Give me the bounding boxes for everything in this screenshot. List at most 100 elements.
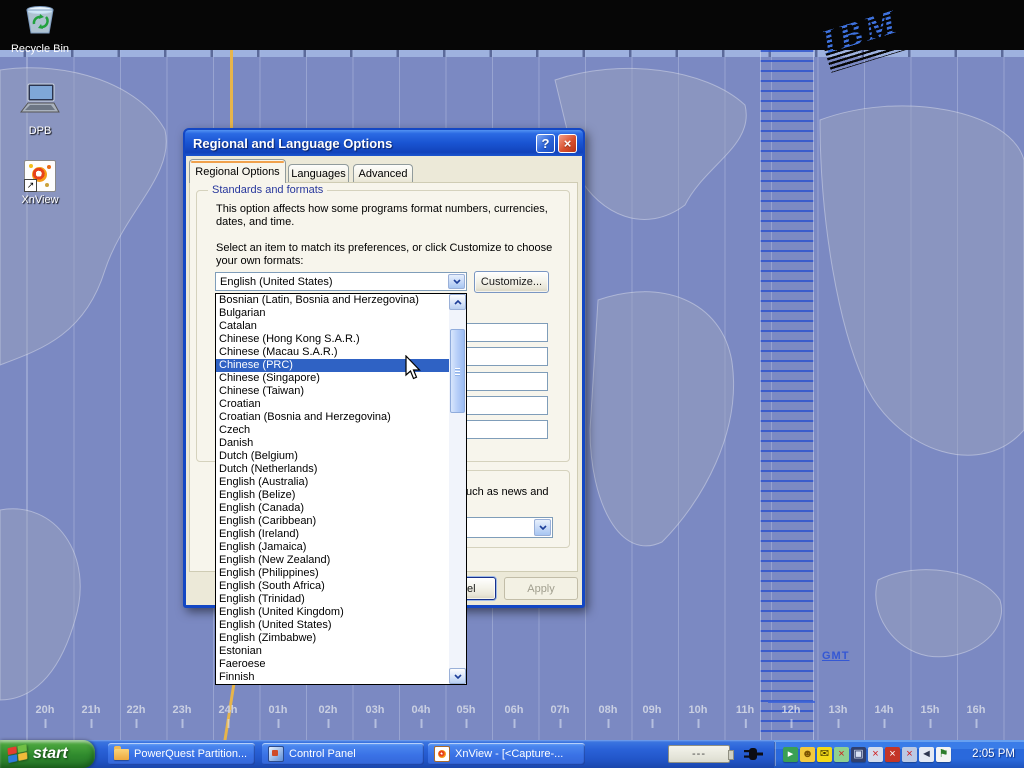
timezone-label: 21h [82, 704, 101, 716]
scroll-down-icon[interactable] [449, 668, 466, 684]
timezone-label: 12h [782, 704, 801, 716]
language-option[interactable]: English (Zimbabwe) [216, 632, 450, 645]
language-option[interactable]: Czech [216, 424, 450, 437]
desktop-top-band: IBM [0, 0, 1024, 50]
location-combobox[interactable] [455, 517, 553, 538]
desktop-icon-label: XnView [8, 194, 72, 206]
language-option[interactable]: Faeroese [216, 658, 450, 671]
language-option[interactable]: English (Canada) [216, 502, 450, 515]
language-option[interactable]: Chinese (Taiwan) [216, 385, 450, 398]
apply-button[interactable]: Apply [504, 577, 578, 600]
timezone-label: 07h [551, 704, 570, 716]
language-option[interactable]: Croatian [216, 398, 450, 411]
dialog-title: Regional and Language Options [185, 136, 392, 151]
language-option[interactable]: Dutch (Belgium) [216, 450, 450, 463]
timezone-label: 22h [127, 704, 146, 716]
language-option[interactable]: Bosnian (Latin, Bosnia and Herzegovina) [216, 294, 450, 307]
battery-meter[interactable]: --- [668, 745, 730, 763]
agent-helper-icon[interactable]: ☻ [800, 747, 815, 762]
language-option[interactable]: English (New Zealand) [216, 554, 450, 567]
timezone-label: 11h [736, 704, 754, 716]
system-tray: ▸ ☻ ✉ × ▣ × [774, 740, 1024, 768]
network-places-icon[interactable]: ▣ [851, 747, 866, 762]
volume-icon[interactable]: ◄ [919, 747, 934, 762]
taskbar-task-control-panel[interactable]: Control Panel [262, 743, 424, 765]
start-button[interactable]: start [0, 740, 95, 768]
dialog-titlebar[interactable]: Regional and Language Options [185, 130, 583, 156]
desktop-icon-dpb[interactable]: DPB [8, 82, 72, 137]
language-option[interactable]: English (United Kingdom) [216, 606, 450, 619]
power-plug-icon [744, 746, 764, 762]
timezone-label: 02h [319, 704, 338, 716]
desktop-icon-xnview[interactable]: ↗ XnView [8, 160, 72, 206]
language-option[interactable]: English (South Africa) [216, 580, 450, 593]
format-combobox[interactable]: English (United States) [215, 272, 467, 291]
language-option[interactable]: English (Australia) [216, 476, 450, 489]
windows-flag-icon [7, 744, 28, 764]
device-disconnected-icon[interactable]: × [885, 747, 900, 762]
timezone-label: 01h [269, 704, 288, 716]
scrollbar[interactable] [449, 294, 466, 684]
contacts-offline-icon[interactable]: × [834, 747, 849, 762]
tab-languages[interactable]: Languages [288, 164, 349, 183]
language-option[interactable]: Chinese (Hong Kong S.A.R.) [216, 333, 450, 346]
desktop-icon-recycle-bin[interactable]: Recycle Bin [8, 2, 72, 55]
language-option[interactable]: English (Ireland) [216, 528, 450, 541]
standards-instruction: Select an item to match its preferences,… [216, 242, 570, 268]
timezone-label: 05h [457, 704, 476, 716]
display-disconnected-icon[interactable]: × [902, 747, 917, 762]
timezone-label: 16h [967, 704, 986, 716]
recycle-bin-icon [22, 2, 58, 36]
customize-button[interactable]: Customize... [474, 271, 549, 293]
language-option[interactable]: Bulgarian [216, 307, 450, 320]
desktop-icon-label: Recycle Bin [8, 43, 72, 55]
tab-regional-options[interactable]: Regional Options [189, 159, 286, 183]
language-option[interactable]: Finnish [216, 671, 450, 684]
location-text-fragment: uch as news and [466, 486, 566, 499]
language-bar-icon[interactable]: ⚑ [936, 747, 951, 762]
mouse-cursor [404, 355, 422, 381]
taskbar-task-xnview[interactable]: XnView - [<Capture-... [428, 743, 585, 765]
language-option[interactable]: English (United States) [216, 619, 450, 632]
close-button[interactable]: × [558, 134, 577, 153]
language-option[interactable]: English (Trinidad) [216, 593, 450, 606]
tray-icons: ▸ ☻ ✉ × ▣ × [783, 747, 953, 762]
format-combobox-value: English (United States) [220, 276, 333, 288]
timezone-label: 15h [921, 704, 940, 716]
language-option[interactable]: English (Philippines) [216, 567, 450, 580]
chevron-down-icon[interactable] [534, 519, 551, 536]
hotkey-utility-icon[interactable]: ▸ [783, 747, 798, 762]
wireless-disconnected-icon[interactable]: × [868, 747, 883, 762]
timezone-label: 09h [643, 704, 662, 716]
taskbar-task-powerquest[interactable]: PowerQuest Partition... [108, 743, 255, 765]
timezone-label: 23h [173, 704, 192, 716]
chevron-down-icon[interactable] [448, 274, 465, 289]
language-option[interactable]: Catalan [216, 320, 450, 333]
mail-notification-icon[interactable]: ✉ [817, 747, 832, 762]
language-option[interactable]: English (Caribbean) [216, 515, 450, 528]
xnview-icon [434, 746, 450, 762]
groupbox-title: Standards and formats [208, 184, 327, 196]
language-option[interactable]: Danish [216, 437, 450, 450]
help-button[interactable]: ? [536, 134, 555, 153]
timezone-label: 20h [36, 704, 55, 716]
language-option[interactable]: Estonian [216, 645, 450, 658]
language-option[interactable]: English (Belize) [216, 489, 450, 502]
taskbar: start PowerQuest Partition... Control Pa… [0, 740, 1024, 768]
taskbar-clock[interactable]: 2:05 PM [972, 740, 1015, 768]
control-panel-icon [268, 746, 284, 762]
language-option[interactable]: Croatian (Bosnia and Herzegovina) [216, 411, 450, 424]
shortcut-arrow-icon: ↗ [24, 179, 37, 192]
gmt-label: GMT [822, 650, 849, 662]
language-option[interactable]: English (Jamaica) [216, 541, 450, 554]
scrollbar-thumb[interactable] [450, 329, 465, 413]
gmt-meridian-band [760, 50, 814, 740]
language-option[interactable]: Dutch (Netherlands) [216, 463, 450, 476]
timezone-label: 03h [366, 704, 385, 716]
laptop-icon [17, 82, 63, 118]
tab-advanced[interactable]: Advanced [353, 164, 413, 183]
gmt-column-marker [768, 701, 815, 703]
timezone-label: 10h [689, 704, 708, 716]
scroll-up-icon[interactable] [449, 294, 466, 310]
desktop-icon-label: DPB [8, 125, 72, 137]
